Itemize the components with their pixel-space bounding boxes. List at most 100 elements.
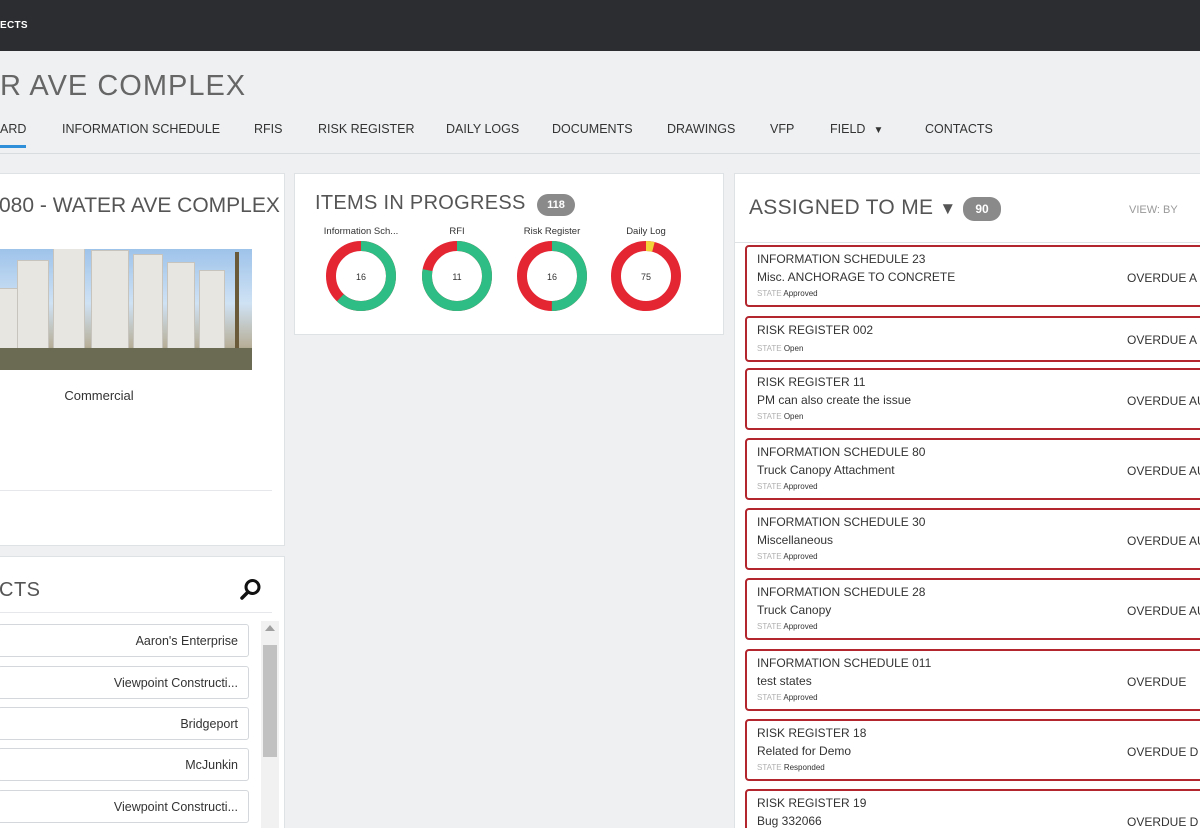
items-count-badge: 118 — [537, 194, 575, 216]
project-title: 080 - WATER AVE COMPLEX — [0, 194, 280, 217]
donut-label: Information Sch... — [323, 226, 399, 237]
tab-label: RFIS — [254, 122, 283, 136]
tab-label: DAILY LOGS — [446, 122, 520, 136]
contact-item[interactable]: Viewpoint Constructi... — [0, 666, 249, 699]
donut-value: 16 — [547, 272, 557, 282]
card-description: test states — [757, 674, 812, 688]
card-type: RISK REGISTER 002 — [757, 323, 874, 337]
top-bar: ECTS — [0, 0, 1200, 51]
card-state: STATE Approved — [757, 289, 818, 298]
search-icon[interactable] — [239, 577, 263, 601]
chevron-down-icon: ▼ — [873, 125, 884, 136]
donut-chart: 16 — [517, 241, 587, 311]
card-type: INFORMATION SCHEDULE 011 — [757, 656, 932, 670]
caret-down-icon: ▼ — [939, 199, 957, 218]
contact-item[interactable]: Viewpoint Constructi... — [0, 790, 249, 823]
divider — [0, 612, 272, 613]
card-type: INFORMATION SCHEDULE 28 — [757, 585, 926, 599]
project-image[interactable] — [0, 249, 252, 370]
donut-label: RFI — [449, 226, 465, 237]
tab-rfis[interactable]: RFIS — [254, 122, 282, 136]
view-by-selector[interactable]: VIEW: BY — [1129, 204, 1178, 216]
assigned-card[interactable]: RISK REGISTER 11 PM can also create the … — [745, 368, 1200, 430]
assigned-card[interactable]: RISK REGISTER 18 Related for Demo STATE … — [745, 719, 1200, 781]
tab-vfp[interactable]: VFP — [770, 122, 794, 136]
tab-information-schedule[interactable]: INFORMATION SCHEDULE — [62, 122, 220, 136]
card-description: Truck Canopy Attachment — [757, 463, 895, 477]
contact-item[interactable]: Aaron's Enterprise — [0, 624, 249, 657]
card-type: INFORMATION SCHEDULE 30 — [757, 515, 926, 529]
assigned-card[interactable]: RISK REGISTER 002 STATE Open OVERDUE A — [745, 316, 1200, 362]
card-state: STATE Responded — [757, 763, 825, 772]
card-due-status: OVERDUE AU — [1127, 534, 1200, 548]
project-panel: 080 - WATER AVE COMPLEX Commercial — [0, 173, 285, 546]
donut-rfi[interactable]: RFI 11 — [417, 226, 497, 311]
card-type: INFORMATION SCHEDULE 80 — [757, 445, 926, 459]
card-type: INFORMATION SCHEDULE 23 — [757, 252, 926, 266]
tab-label: ARD — [0, 122, 27, 136]
card-type: RISK REGISTER 11 — [757, 375, 866, 389]
assigned-title[interactable]: ASSIGNED TO ME ▼ — [749, 196, 956, 220]
donut-value: 16 — [356, 272, 366, 282]
card-state: STATE Open — [757, 344, 804, 353]
card-due-status: OVERDUE A — [1127, 271, 1198, 285]
tab-label: INFORMATION SCHEDULE — [62, 122, 221, 136]
card-type: RISK REGISTER 18 — [757, 726, 867, 740]
scrollbar-thumb[interactable] — [263, 645, 277, 757]
tab-label: CONTACTS — [925, 122, 993, 136]
card-description: Bug 332066 — [757, 814, 822, 828]
contact-item[interactable]: Bridgeport — [0, 707, 249, 740]
donut-daily-log[interactable]: Daily Log 75 — [606, 226, 686, 311]
card-state: STATE Approved — [757, 622, 818, 631]
tab-documents[interactable]: DOCUMENTS — [552, 122, 633, 136]
donut-chart: 11 — [422, 241, 492, 311]
tab-field[interactable]: FIELD ▼ — [830, 122, 883, 136]
card-due-status: OVERDUE D — [1127, 815, 1199, 828]
card-state: STATE Approved — [757, 693, 818, 702]
tab-dashboard[interactable]: ARD — [0, 122, 27, 148]
donut-label: Risk Register — [523, 226, 581, 237]
card-due-status: OVERDUE D — [1127, 745, 1199, 759]
donut-information-schedule[interactable]: Information Sch... 16 — [321, 226, 401, 311]
project-category: Commercial — [64, 388, 134, 403]
items-in-progress-title: ITEMS IN PROGRESS — [315, 192, 526, 214]
tab-label: VFP — [770, 122, 795, 136]
tab-risk-register[interactable]: RISK REGISTER — [318, 122, 415, 136]
assigned-card[interactable]: INFORMATION SCHEDULE 011 test states STA… — [745, 649, 1200, 711]
assigned-to-me-panel: ASSIGNED TO ME ▼ 90 VIEW: BY — [734, 173, 1200, 243]
card-due-status: OVERDUE AU — [1127, 464, 1200, 478]
card-due-status: OVERDUE A — [1127, 333, 1198, 347]
contact-item[interactable]: McJunkin — [0, 748, 249, 781]
card-description: Misc. ANCHORAGE TO CONCRETE — [757, 270, 956, 284]
tab-label: DRAWINGS — [667, 122, 736, 136]
assigned-card[interactable]: RISK REGISTER 19 Bug 332066 OVERDUE D — [745, 789, 1200, 828]
scroll-up-arrow-icon[interactable] — [265, 625, 275, 631]
card-description: Related for Demo — [757, 744, 852, 758]
tab-daily-logs[interactable]: DAILY LOGS — [446, 122, 519, 136]
assigned-card[interactable]: INFORMATION SCHEDULE 23 Misc. ANCHORAGE … — [745, 245, 1200, 307]
donut-chart: 16 — [326, 241, 396, 311]
assigned-card[interactable]: INFORMATION SCHEDULE 80 Truck Canopy Att… — [745, 438, 1200, 500]
card-state: STATE Approved — [757, 482, 818, 491]
assigned-count-badge: 90 — [963, 197, 1001, 221]
donut-chart: 75 — [611, 241, 681, 311]
donut-label: Daily Log — [626, 226, 666, 237]
card-description: PM can also create the issue — [757, 393, 912, 407]
tab-drawings[interactable]: DRAWINGS — [667, 122, 735, 136]
card-state: STATE Approved — [757, 552, 818, 561]
card-description: Truck Canopy — [757, 603, 832, 617]
card-due-status: OVERDUE AU — [1127, 604, 1200, 618]
breadcrumb[interactable]: ECTS — [0, 20, 28, 31]
tab-label: FIELD — [830, 122, 866, 136]
donut-value: 75 — [641, 272, 651, 282]
tab-contacts[interactable]: CONTACTS — [925, 122, 993, 136]
card-description: Miscellaneous — [757, 533, 834, 547]
contacts-panel: CTS Aaron's Enterprise Viewpoint Constru… — [0, 556, 285, 828]
assigned-card[interactable]: INFORMATION SCHEDULE 30 Miscellaneous ST… — [745, 508, 1200, 570]
tab-label: DOCUMENTS — [552, 122, 633, 136]
page-title: R AVE COMPLEX — [0, 70, 247, 102]
donut-risk-register[interactable]: Risk Register 16 — [512, 226, 592, 311]
tab-label: RISK REGISTER — [318, 122, 415, 136]
assigned-card[interactable]: INFORMATION SCHEDULE 28 Truck Canopy STA… — [745, 578, 1200, 640]
card-due-status: OVERDUE — [1127, 675, 1187, 689]
